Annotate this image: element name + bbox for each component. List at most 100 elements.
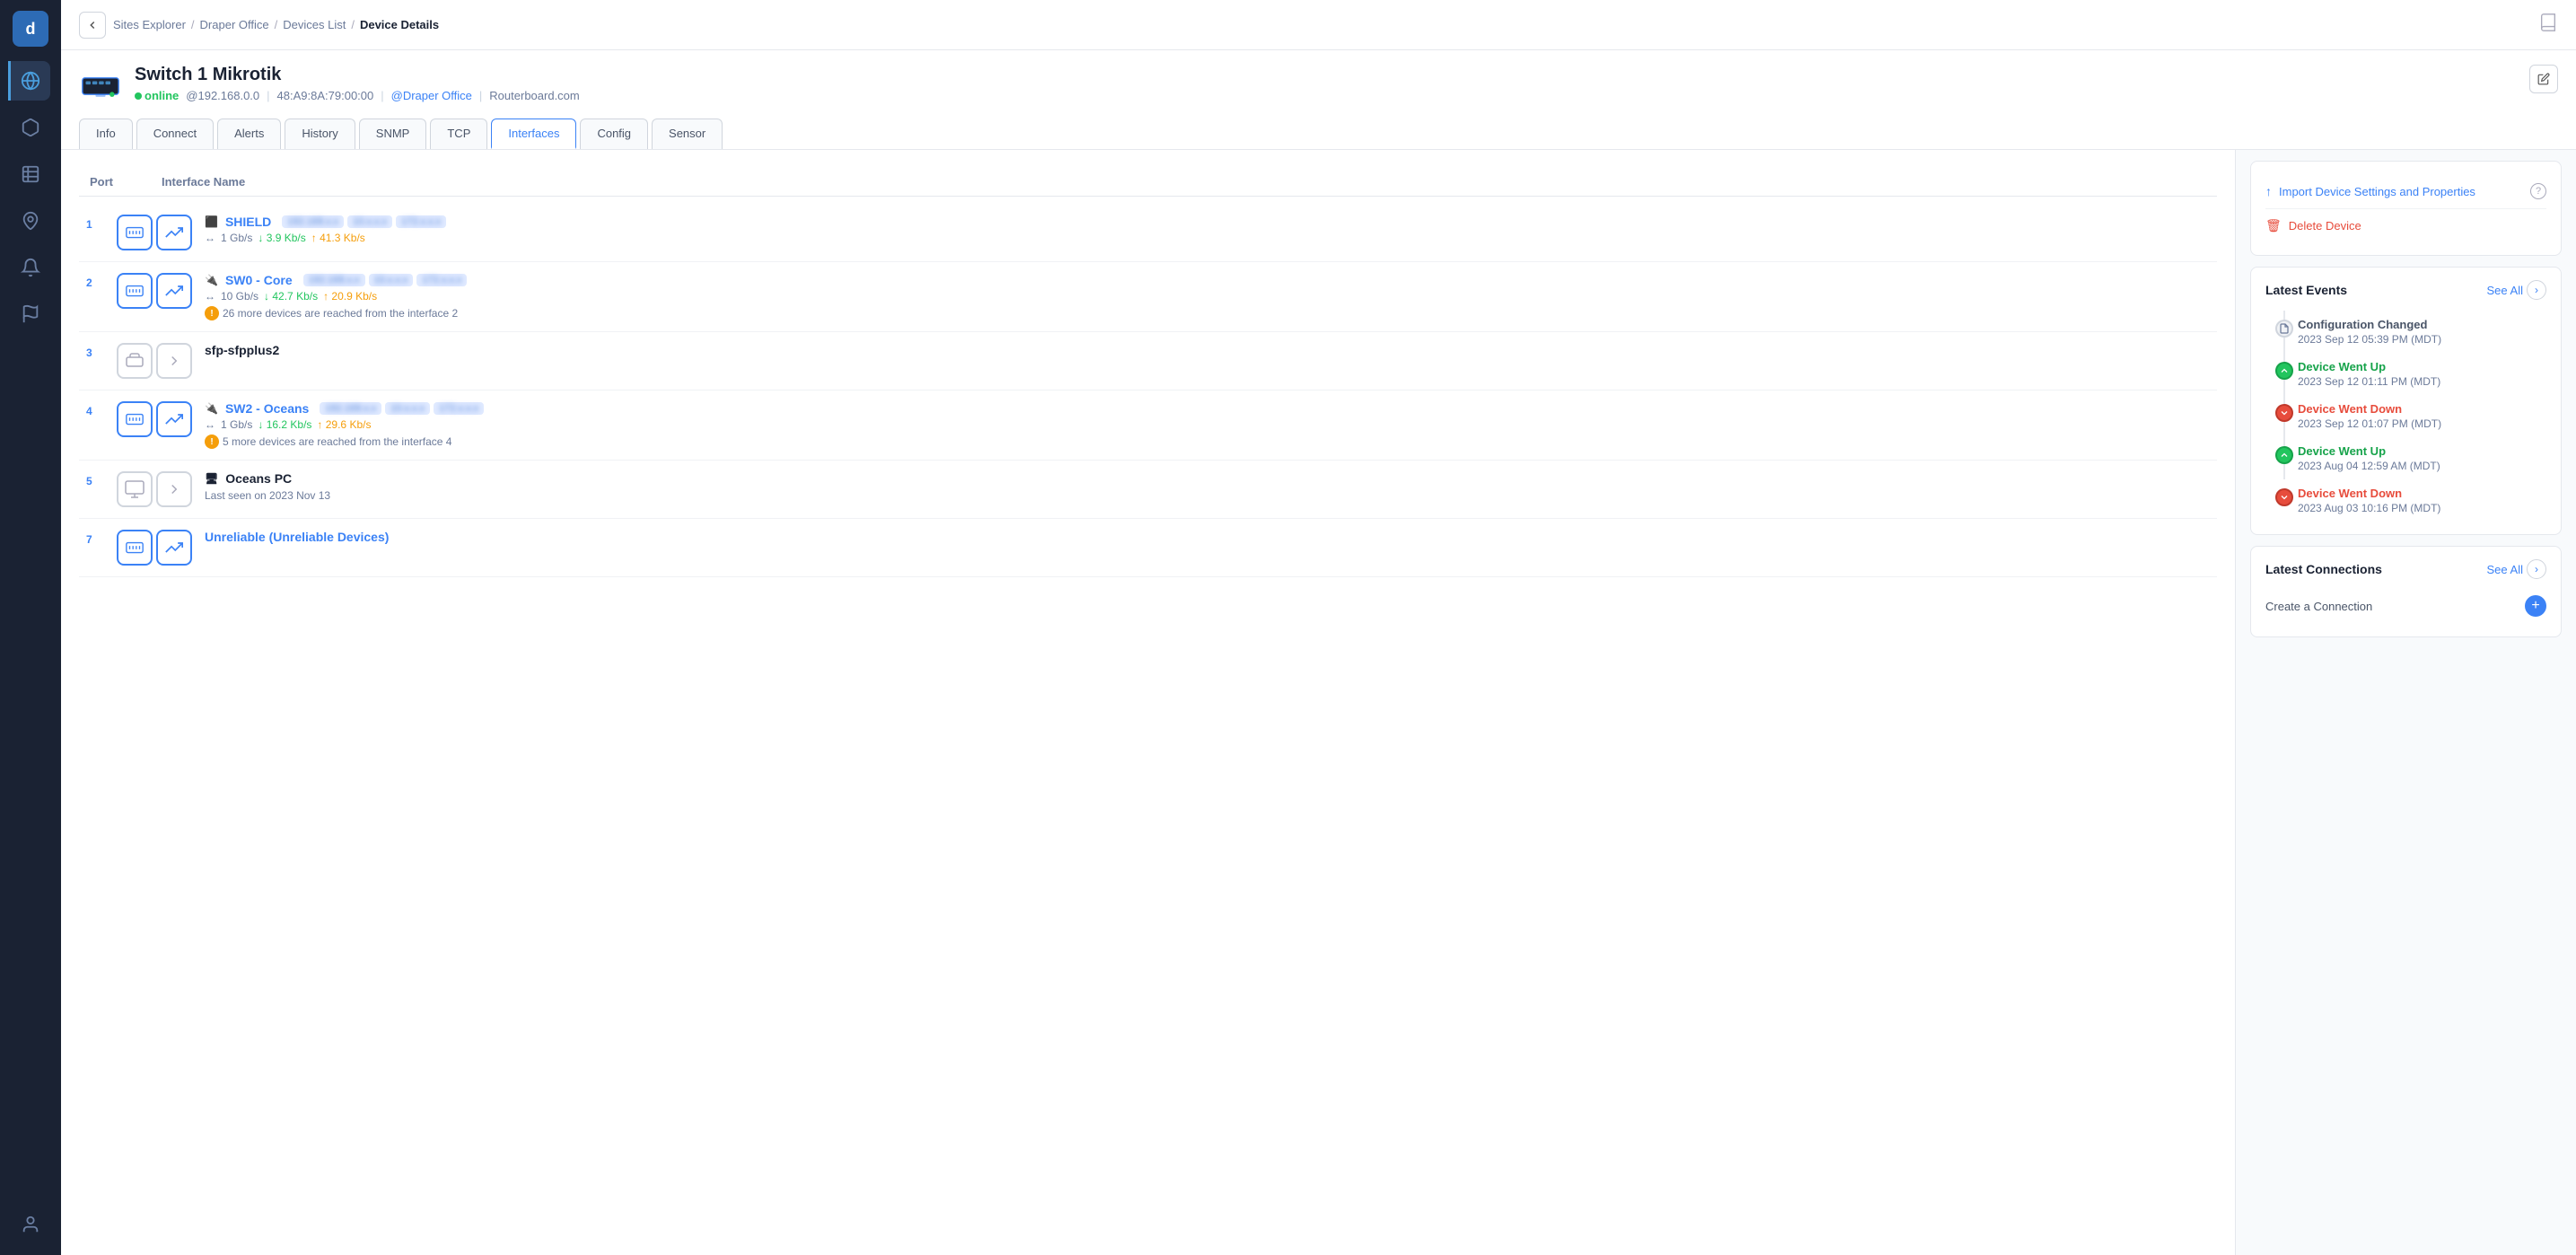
interface-name-row: sfp-sfpplus2: [205, 343, 2210, 357]
interface-name-row: Unreliable (Unreliable Devices): [205, 530, 2210, 544]
ip-pill: 192.168.x.x: [282, 215, 344, 228]
breadcrumb-devices-list[interactable]: Devices List: [283, 18, 346, 31]
event-time: 2023 Sep 12 01:11 PM (MDT): [2298, 375, 2546, 388]
device-status: online: [135, 89, 179, 102]
stat-speed: 1 Gb/s: [221, 418, 252, 431]
switch-icon[interactable]: [117, 401, 153, 437]
device-vendor: Routerboard.com: [489, 89, 579, 102]
port-icons: [117, 343, 192, 379]
event-content: Device Went Down 2023 Aug 03 10:16 PM (M…: [2298, 487, 2546, 514]
interface-name[interactable]: Unreliable (Unreliable Devices): [205, 530, 389, 544]
sidebar-item-network[interactable]: [8, 61, 50, 101]
event-name: Device Went Down: [2298, 487, 2546, 500]
edit-button[interactable]: [2529, 65, 2558, 93]
tab-snmp[interactable]: SNMP: [359, 118, 427, 149]
sidebar-item-devices[interactable]: [11, 108, 50, 147]
book-icon[interactable]: [2538, 13, 2558, 37]
event-item: Device Went Down 2023 Aug 03 10:16 PM (M…: [2283, 479, 2546, 522]
tab-config[interactable]: Config: [580, 118, 648, 149]
event-name: Device Went Up: [2298, 444, 2546, 458]
interface-name[interactable]: SW2 - Oceans: [225, 401, 309, 416]
iface-type-icon: 🔌: [205, 274, 218, 286]
breadcrumb-sites[interactable]: Sites Explorer: [113, 18, 186, 31]
events-title: Latest Events: [2265, 283, 2347, 297]
ip-pills: 192.168.x.x 10.x.x.x 172.x.x.x: [320, 402, 484, 415]
device-ip: @192.168.0.0: [186, 89, 259, 102]
event-name: Device Went Up: [2298, 360, 2546, 373]
interfaces-panel: Port Interface Name 1: [61, 150, 2235, 1255]
see-all-connections-label: See All: [2487, 563, 2523, 576]
chart-icon[interactable]: [156, 215, 192, 250]
device-meta: online @192.168.0.0 | 48:A9:8A:79:00:00 …: [135, 89, 2517, 102]
switch-icon[interactable]: [117, 273, 153, 309]
ip-pills: 192.168.x.x 10.x.x.x 172.x.x.x: [282, 215, 446, 228]
interface-name[interactable]: SW0 - Core: [225, 273, 293, 287]
interface-name[interactable]: SHIELD: [225, 215, 271, 229]
note-text: 26 more devices are reached from the int…: [223, 307, 458, 320]
see-all-events-button[interactable]: See All ›: [2487, 280, 2546, 300]
port-icons: [117, 401, 192, 437]
interface-name[interactable]: sfp-sfpplus2: [205, 343, 279, 357]
breadcrumb-draper[interactable]: Draper Office: [200, 18, 269, 31]
interface-name[interactable]: Oceans PC: [225, 471, 292, 486]
import-icon: ↑: [2265, 184, 2272, 198]
iface-type-icon: ⬛: [205, 215, 218, 228]
tab-history[interactable]: History: [285, 118, 355, 149]
port-number: 7: [86, 533, 104, 546]
import-action[interactable]: ↑ Import Device Settings and Properties …: [2265, 174, 2546, 209]
chart-icon[interactable]: [156, 273, 192, 309]
tabs: Info Connect Alerts History SNMP TCP Int…: [79, 118, 2558, 149]
see-all-chevron: ›: [2527, 280, 2546, 300]
tab-info[interactable]: Info: [79, 118, 133, 149]
see-all-connections-button[interactable]: See All ›: [2487, 559, 2546, 579]
ip-pill: 10.x.x.x: [385, 402, 430, 415]
sidebar-item-account[interactable]: [11, 1205, 50, 1244]
device-name: Switch 1 Mikrotik: [135, 65, 2517, 85]
create-connection-button[interactable]: +: [2525, 595, 2546, 617]
sidebar-item-map[interactable]: [11, 201, 50, 241]
stat-arrow: ↔: [205, 232, 215, 244]
ip-pills: 192.168.x.x 10.x.x.x 172.x.x.x: [303, 274, 468, 286]
breadcrumb-sep-2: /: [275, 18, 278, 31]
event-item: Device Went Up 2023 Aug 04 12:59 AM (MDT…: [2283, 437, 2546, 479]
status-dot: [135, 92, 142, 100]
ip-pill: 192.168.x.x: [320, 402, 381, 415]
chart-icon-inactive[interactable]: [156, 471, 192, 507]
chart-icon[interactable]: [156, 530, 192, 566]
topbar: Sites Explorer / Draper Office / Devices…: [61, 0, 2576, 50]
tab-connect[interactable]: Connect: [136, 118, 214, 149]
chart-icon-inactive[interactable]: [156, 343, 192, 379]
main-content: Sites Explorer / Draper Office / Devices…: [61, 0, 2576, 1255]
connector-icon: [117, 343, 153, 379]
ip-pill: 172.x.x.x: [434, 402, 484, 415]
help-icon[interactable]: ?: [2530, 183, 2546, 199]
interface-row: 1: [79, 204, 2217, 262]
tab-alerts[interactable]: Alerts: [217, 118, 281, 149]
event-dot-neutral: [2275, 320, 2293, 338]
switch-icon[interactable]: [117, 530, 153, 566]
tab-interfaces[interactable]: Interfaces: [491, 118, 576, 149]
device-site-link[interactable]: @Draper Office: [391, 89, 472, 102]
delete-action[interactable]: 🗑 Delete Device: [2265, 209, 2546, 242]
interface-details: 🔌 SW0 - Core 192.168.x.x 10.x.x.x 172.x.…: [205, 273, 2210, 320]
event-dot-up: [2275, 446, 2293, 464]
tab-sensor[interactable]: Sensor: [652, 118, 723, 149]
sidebar-item-alerts[interactable]: [11, 248, 50, 287]
tab-tcp[interactable]: TCP: [430, 118, 487, 149]
chart-icon[interactable]: [156, 401, 192, 437]
sidebar: d: [0, 0, 61, 1255]
content-area: Port Interface Name 1: [61, 150, 2576, 1255]
interface-details: Unreliable (Unreliable Devices): [205, 530, 2210, 544]
sidebar-item-reports[interactable]: [11, 154, 50, 194]
stat-up: ↑ 29.6 Kb/s: [317, 418, 371, 431]
interface-note: Last seen on 2023 Nov 13: [205, 489, 2210, 502]
app-logo[interactable]: d: [13, 11, 48, 47]
back-button[interactable]: [79, 12, 106, 39]
port-number: 1: [86, 218, 104, 231]
device-mac: 48:A9:8A:79:00:00: [277, 89, 374, 102]
stat-up: ↑ 20.9 Kb/s: [323, 290, 377, 303]
sidebar-item-issues[interactable]: [11, 294, 50, 334]
switch-icon[interactable]: [117, 215, 153, 250]
actions-section: ↑ Import Device Settings and Properties …: [2250, 161, 2562, 256]
port-number: 2: [86, 276, 104, 289]
